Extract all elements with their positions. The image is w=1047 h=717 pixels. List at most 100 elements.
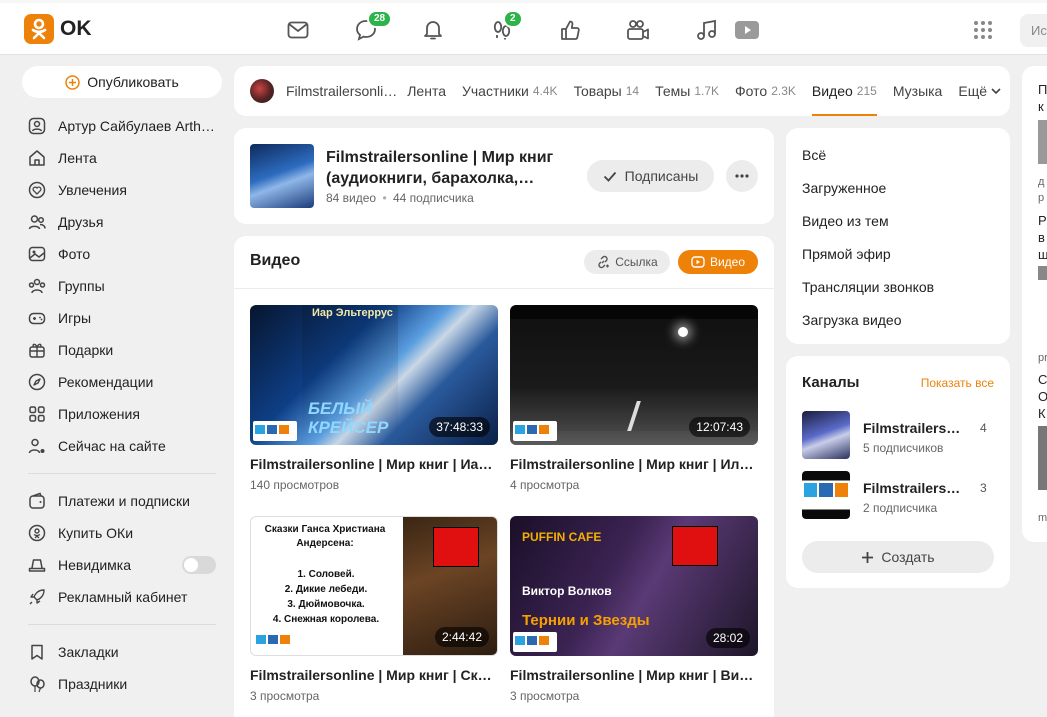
nav-item-recommendations[interactable]: Рекомендации <box>22 366 222 398</box>
video-card[interactable]: 12:07:43 Filmstrailersonline | Мир книг … <box>510 305 758 492</box>
video-camera-icon[interactable] <box>626 18 650 42</box>
show-all-link[interactable]: Показать все <box>921 376 994 390</box>
subscribed-button[interactable]: Подписаны <box>587 160 714 192</box>
video-title[interactable]: Filmstrailersonline | Мир книг | Иа… <box>250 456 498 472</box>
menu-item-all[interactable]: Всё <box>786 138 1010 171</box>
channel-item[interactable]: Filmstrailers… 5 подписчиков 4 <box>802 411 1002 459</box>
nav-item-buy-ok[interactable]: Купить ОКи <box>22 517 222 549</box>
tab-count: 14 <box>625 84 640 98</box>
video-card[interactable]: Сказки Ганса Христиана Андерсена: 1. Сол… <box>250 516 498 703</box>
nav-label: Купить ОКи <box>58 525 134 541</box>
tab-count: 4.4K <box>532 84 558 98</box>
nav-label: Закладки <box>58 644 119 660</box>
nav-item-bookmarks[interactable]: Закладки <box>22 636 222 668</box>
menu-item-from-topics[interactable]: Видео из тем <box>786 204 1010 237</box>
nav-item-gifts[interactable]: Подарки <box>22 334 222 366</box>
create-channel-button[interactable]: Создать <box>802 541 994 573</box>
nav-item-hobbies[interactable]: Увлечения <box>22 174 222 206</box>
nav-label: Праздники <box>58 676 128 692</box>
top-strip <box>0 0 1047 3</box>
channel-name[interactable]: Filmstrailers… <box>863 420 963 436</box>
tab-more[interactable]: Ещё <box>958 66 1001 116</box>
cut-text: р <box>1038 192 1045 204</box>
cut-text: О <box>1038 389 1047 404</box>
nav-item-payments[interactable]: Платежи и подписки <box>22 485 222 517</box>
video-thumbnail[interactable]: Иар Эльтеррус БЕЛЫЙ КРЕЙСЕР 37:48:33 <box>250 305 498 445</box>
nav-item-games[interactable]: Игры <box>22 302 222 334</box>
tab-label: Видео <box>811 83 853 99</box>
guests-footprints-icon[interactable]: 2 <box>490 10 523 42</box>
nav-item-holidays[interactable]: Праздники <box>22 668 222 700</box>
video-card[interactable]: PUFFIN CAFE Виктор Волков Тернии и Звезд… <box>510 516 758 703</box>
messages-mail-icon[interactable] <box>286 18 310 42</box>
cut-text: д <box>1038 176 1045 188</box>
hat-icon <box>28 559 46 572</box>
nav-item-apps[interactable]: Приложения <box>22 398 222 430</box>
video-filter-menu: Всё Загруженное Видео из тем Прямой эфир… <box>786 128 1010 344</box>
recommendations-panel-cut: П к д р Р в ш pr С О К m <box>1022 66 1047 542</box>
video-play-icon[interactable] <box>734 18 760 42</box>
nav-item-feed[interactable]: Лента <box>22 142 222 174</box>
tab-count: 1.7K <box>694 84 720 98</box>
group-avatar[interactable] <box>250 79 274 103</box>
group-cover-image[interactable] <box>250 144 314 208</box>
video-card[interactable]: Иар Эльтеррус БЕЛЫЙ КРЕЙСЕР 37:48:33 Fil… <box>250 305 498 492</box>
video-title[interactable]: Filmstrailersonline | Мир книг | Ил… <box>510 456 758 472</box>
tab-topics[interactable]: Темы 1.7K <box>655 66 719 116</box>
group-subscriber-count[interactable]: 44 подписчика <box>393 191 474 205</box>
tab-photo[interactable]: Фото 2.3K <box>735 66 796 116</box>
nav-item-profile[interactable]: Артур Сайбулаев Arth… <box>22 110 222 142</box>
tab-feed[interactable]: Лента <box>407 66 446 116</box>
nav-label: Платежи и подписки <box>58 493 190 509</box>
music-note-icon[interactable] <box>694 18 718 42</box>
tab-video[interactable]: Видео 215 <box>811 66 877 116</box>
cut-thumbnail[interactable] <box>1038 426 1047 490</box>
nav-item-online-now[interactable]: Сейчас на сайте <box>22 430 222 462</box>
video-title[interactable]: Filmstrailersonline | Мир книг | Ви… <box>510 667 758 683</box>
cover-title-text: Тернии и Звезды <box>522 612 650 629</box>
video-thumbnail[interactable]: 12:07:43 <box>510 305 758 445</box>
channel-name[interactable]: Filmstrailers… <box>863 480 963 496</box>
video-thumbnail[interactable]: PUFFIN CAFE Виктор Волков Тернии и Звезд… <box>510 516 758 656</box>
notifications-bell-icon[interactable] <box>421 18 445 42</box>
list-item: 3. Дюймовочка. <box>287 599 365 610</box>
channel-thumbnail[interactable] <box>802 471 850 519</box>
apps-grid-icon[interactable] <box>971 18 995 42</box>
video-panel: Видео Ссылка Видео Иар Эльтеррус БЕЛЫЙ К… <box>234 236 774 717</box>
nav-item-invisible[interactable]: Невидимка <box>22 549 222 581</box>
link-button[interactable]: Ссылка <box>584 250 670 274</box>
menu-item-upload-video[interactable]: Загрузка видео <box>786 303 1010 336</box>
cut-thumbnail[interactable] <box>1038 120 1047 164</box>
cut-text: pr <box>1038 352 1047 364</box>
cut-text: m <box>1038 512 1047 524</box>
more-options-button[interactable] <box>726 160 758 192</box>
tab-music[interactable]: Музыка <box>893 66 943 116</box>
logo[interactable]: OK <box>24 14 92 44</box>
menu-item-live[interactable]: Прямой эфир <box>786 237 1010 270</box>
nav-label: Артур Сайбулаев Arth… <box>58 118 215 134</box>
nav-item-friends[interactable]: Друзья <box>22 206 222 238</box>
tab-members[interactable]: Участники 4.4K <box>462 66 558 116</box>
video-title[interactable]: Filmstrailersonline | Мир книг | Ск… <box>250 667 498 683</box>
nav-item-ads[interactable]: Рекламный кабинет <box>22 581 222 613</box>
group-title[interactable]: Filmstrailersonline | Мир книг (аудиокни… <box>326 147 576 189</box>
invisible-toggle[interactable] <box>182 556 216 574</box>
nav-item-photo[interactable]: Фото <box>22 238 222 270</box>
nav-item-groups[interactable]: Группы <box>22 270 222 302</box>
video-thumbnail[interactable]: Сказки Ганса Христиана Андерсена: 1. Сол… <box>250 516 498 656</box>
group-video-count[interactable]: 84 видео <box>326 191 376 205</box>
search-input[interactable]: Ис <box>1020 14 1047 47</box>
events-like-icon[interactable] <box>558 18 582 42</box>
channel-thumbnail[interactable] <box>802 411 850 459</box>
tab-group-name[interactable]: Filmstrailersonli… <box>286 66 397 116</box>
menu-item-uploaded[interactable]: Загруженное <box>786 171 1010 204</box>
add-video-button[interactable]: Видео <box>678 250 758 274</box>
tab-products[interactable]: Товары 14 <box>574 66 640 116</box>
channel-video-count: 4 <box>980 421 987 435</box>
apps-icon <box>29 406 45 422</box>
publish-button[interactable]: Опубликовать <box>22 66 222 98</box>
menu-item-call-streams[interactable]: Трансляции звонков <box>786 270 1010 303</box>
video-views: 140 просмотров <box>250 478 340 492</box>
channel-item[interactable]: Filmstrailers… 2 подписчика 3 <box>802 471 1002 519</box>
discussions-icon[interactable]: 28 <box>354 10 393 42</box>
